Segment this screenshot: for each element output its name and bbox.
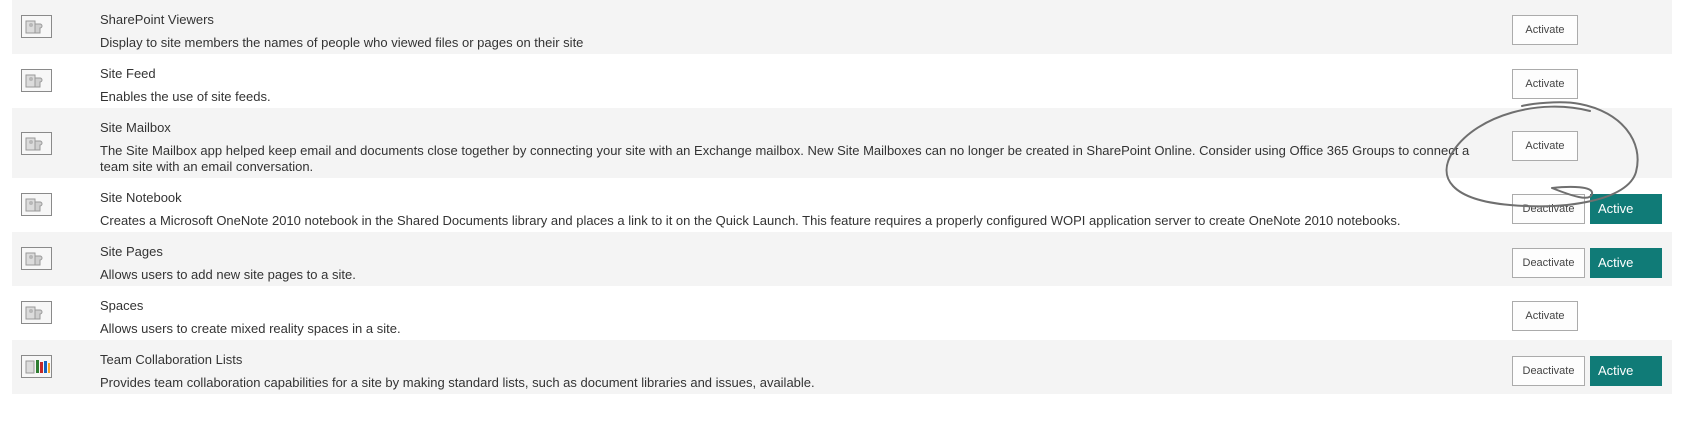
feature-description: Allows users to add new site pages to a …	[100, 267, 356, 282]
activate-button[interactable]: Activate	[1512, 131, 1578, 161]
feature-row-site-notebook: Site Notebook Creates a Microsoft OneNot…	[12, 178, 1672, 232]
deactivate-button[interactable]: Deactivate	[1512, 356, 1585, 386]
feature-title: Site Notebook	[100, 190, 182, 205]
puzzle-feature-icon	[21, 301, 52, 324]
feature-description: Allows users to create mixed reality spa…	[100, 321, 401, 336]
puzzle-feature-icon	[21, 69, 52, 92]
puzzle-feature-icon	[21, 132, 52, 155]
status-badge: Active	[1590, 248, 1662, 278]
activate-button[interactable]: Activate	[1512, 15, 1578, 45]
puzzle-feature-icon	[21, 15, 52, 38]
feature-title: Site Pages	[100, 244, 163, 259]
feature-row-site-feed: Site Feed Enables the use of site feeds.…	[12, 54, 1672, 108]
feature-title: Spaces	[100, 298, 144, 313]
feature-title: Site Mailbox	[100, 120, 171, 135]
puzzle-feature-icon	[21, 193, 52, 216]
feature-title: SharePoint Viewers	[100, 12, 214, 27]
feature-row-sharepoint-viewers: SharePoint Viewers Display to site membe…	[12, 0, 1672, 54]
status-badge: Active	[1590, 356, 1662, 386]
deactivate-button[interactable]: Deactivate	[1512, 194, 1585, 224]
feature-description: Enables the use of site feeds.	[100, 89, 271, 104]
feature-row-site-mailbox: Site Mailbox The Site Mailbox app helped…	[12, 108, 1672, 178]
feature-description: Creates a Microsoft OneNote 2010 noteboo…	[100, 213, 1401, 228]
activate-button[interactable]: Activate	[1512, 69, 1578, 99]
feature-description: Provides team collaboration capabilities…	[100, 375, 815, 390]
status-badge: Active	[1590, 194, 1662, 224]
feature-description: Display to site members the names of peo…	[100, 35, 584, 50]
feature-row-site-pages: Site Pages Allows users to add new site …	[12, 232, 1672, 286]
feature-description: The Site Mailbox app helped keep email a…	[100, 143, 1470, 174]
feature-row-spaces: Spaces Allows users to create mixed real…	[12, 286, 1672, 340]
team-collaboration-icon	[21, 355, 52, 378]
activate-button[interactable]: Activate	[1512, 301, 1578, 331]
feature-title: Site Feed	[100, 66, 156, 81]
feature-title: Team Collaboration Lists	[100, 352, 243, 367]
feature-row-team-collaboration-lists: Team Collaboration Lists Provides team c…	[12, 340, 1672, 394]
puzzle-feature-icon	[21, 247, 52, 270]
deactivate-button[interactable]: Deactivate	[1512, 248, 1585, 278]
